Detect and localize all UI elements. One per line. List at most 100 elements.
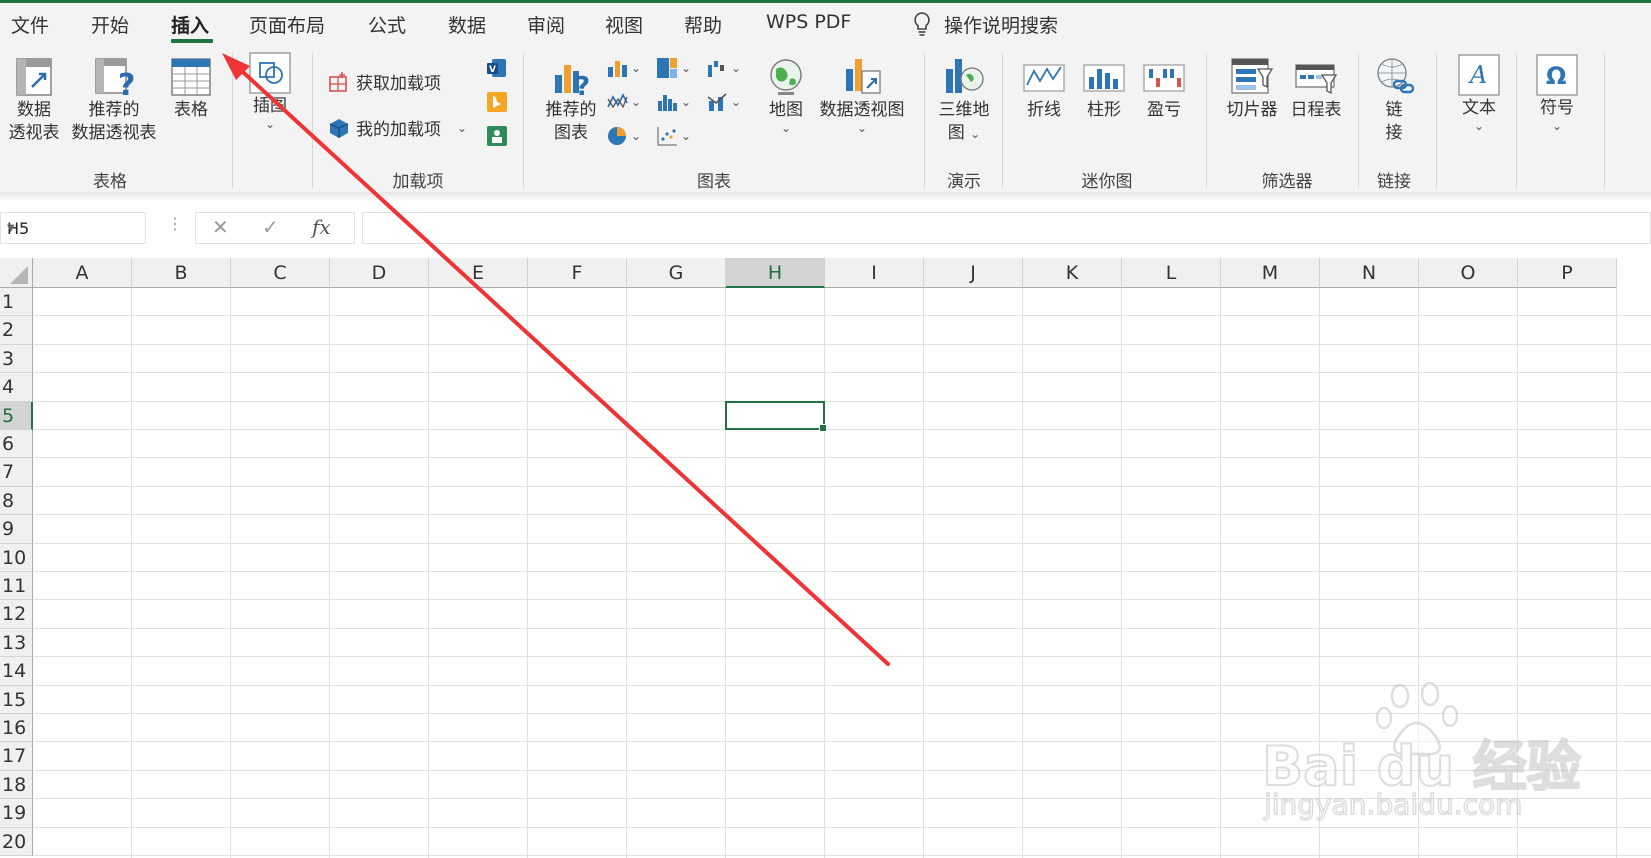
timeline-button[interactable]: 日程表 [1286,55,1346,122]
column-header-j[interactable]: J [924,258,1023,288]
symbols-button[interactable]: Ω 符号 ⌄ [1530,53,1584,132]
combo-chart-icon [707,93,727,111]
pivot-table-label-1: 数据 [17,100,51,120]
cancel-icon[interactable]: ✕ [212,215,229,239]
row-header-16[interactable]: 16 [0,714,33,743]
row-header-7[interactable]: 7 [0,458,33,487]
tab-insert[interactable]: 插入 [171,11,209,38]
column-header-g[interactable]: G [627,258,726,288]
row-header-4[interactable]: 4 [0,373,33,402]
row-header-10[interactable]: 10 [0,543,33,572]
chevron-down-icon[interactable]: ▼ [7,223,137,234]
column-gridline [1022,288,1023,858]
row-header-12[interactable]: 12 [0,600,33,629]
row-gridline [33,315,1651,317]
column-header-h[interactable]: H [726,258,825,288]
column-header-l[interactable]: L [1122,258,1221,288]
name-box[interactable]: H5 ▼ [0,212,146,244]
tab-formulas[interactable]: 公式 [368,11,406,38]
tab-wps-pdf[interactable]: WPS PDF [766,11,851,33]
row-header-3[interactable]: 3 [0,344,33,374]
selected-cell-h5[interactable] [725,400,827,432]
row-header-15[interactable]: 15 [0,685,33,714]
row-header-6[interactable]: 6 [0,430,33,459]
sparkline-column-button[interactable]: 柱形 [1080,55,1128,122]
column-header-b[interactable]: B [132,258,231,288]
bing-icon[interactable] [486,91,508,113]
column-header-p[interactable]: P [1518,258,1617,288]
enter-check-icon[interactable]: ✓ [262,215,279,239]
tab-home[interactable]: 开始 [91,11,129,38]
text-button[interactable]: A 文本 ⌄ [1452,53,1506,132]
chevron-down-icon: ⌄ [264,117,276,131]
tab-data[interactable]: 数据 [448,11,486,38]
formula-bar-grip-icon[interactable]: ⋮ [167,214,183,233]
line-chart-button[interactable]: ⌄ [606,91,641,113]
my-addins-button[interactable]: 我的加载项 ⌄ [328,115,467,140]
row-header-13[interactable]: 13 [0,628,33,658]
link-button[interactable]: 链 接 [1370,55,1418,145]
recommended-pivot-icon: ? [95,58,135,99]
sparkline-line-button[interactable]: 折线 [1020,55,1068,122]
row-header-17[interactable]: 17 [0,742,33,771]
formula-input[interactable] [362,212,1651,244]
people-graph-icon[interactable] [486,125,508,147]
slicer-button[interactable]: 切片器 [1222,55,1282,122]
row-header-11[interactable]: 11 [0,572,33,601]
row-header-14[interactable]: 14 [0,657,33,686]
sparkline-winloss-button[interactable]: 盈亏 [1140,55,1188,122]
tab-file[interactable]: 文件 [11,11,49,38]
tab-page-layout[interactable]: 页面布局 [249,11,325,38]
row-header-1[interactable]: 1 [0,288,33,317]
column-gridline [428,288,429,858]
table-button[interactable]: 表格 [166,55,216,122]
row-header-9[interactable]: 9 [0,515,33,544]
row-gridline [33,372,1651,374]
column-gridline [626,288,627,858]
column-header-k[interactable]: K [1023,258,1122,288]
select-all-corner[interactable] [0,258,33,288]
tab-view[interactable]: 视图 [605,11,643,38]
pie-chart-button[interactable]: ⌄ [606,125,641,147]
group-label-filters: 筛选器 [1261,172,1313,192]
column-header-c[interactable]: C [231,258,330,288]
column-header-a[interactable]: A [33,258,132,288]
tell-me-search[interactable]: 操作说明搜索 [912,11,1058,37]
row-header-2[interactable]: 2 [0,316,33,345]
waterfall-chart-button[interactable]: ⌄ [706,57,741,79]
group-label-links: 链接 [1377,172,1411,192]
statistic-chart-button[interactable]: ⌄ [656,91,691,113]
row-header-18[interactable]: 18 [0,770,33,800]
visio-icon[interactable]: V [486,57,508,79]
chevron-down-icon: ⌄ [681,95,692,109]
column-header-n[interactable]: N [1320,258,1419,288]
pivot-chart-button[interactable]: 数据透视图 ⌄ [816,55,908,134]
hierarchy-chart-button[interactable]: ⌄ [656,57,691,79]
column-gridline [527,288,528,858]
tab-review[interactable]: 审阅 [527,11,565,38]
combo-chart-button[interactable]: ⌄ [706,91,741,113]
column-header-i[interactable]: I [825,258,924,288]
column-header-d[interactable]: D [330,258,429,288]
pivot-table-button[interactable]: 数据 透视表 [6,55,62,145]
tell-me-label: 操作说明搜索 [944,14,1059,37]
column-header-f[interactable]: F [528,258,627,288]
scatter-chart-button[interactable]: ⌄ [656,125,691,147]
map-chart-button[interactable]: 地图 ⌄ [760,55,812,134]
row-header-5[interactable]: 5 [0,401,33,430]
insert-function-icon[interactable]: fx [312,215,331,239]
column-chart-button[interactable]: ⌄ [606,57,641,79]
row-header-20[interactable]: 20 [0,827,33,856]
get-addins-button[interactable]: 获取加载项 [328,69,441,94]
3d-map-button[interactable]: 三维地 图 ⌄ [930,55,998,145]
row-header-8[interactable]: 8 [0,486,33,516]
column-header-m[interactable]: M [1221,258,1320,288]
tab-help[interactable]: 帮助 [684,11,722,38]
recommended-charts-button[interactable]: ? 推荐的 图表 [536,55,606,145]
recommended-pivot-button[interactable]: ? 推荐的 数据透视表 [66,55,162,145]
column-header-e[interactable]: E [429,258,528,288]
column-header-o[interactable]: O [1419,258,1518,288]
row-header-19[interactable]: 19 [0,799,33,828]
illustrations-button[interactable]: 插图 ⌄ [246,51,294,130]
fill-handle[interactable] [819,423,827,432]
